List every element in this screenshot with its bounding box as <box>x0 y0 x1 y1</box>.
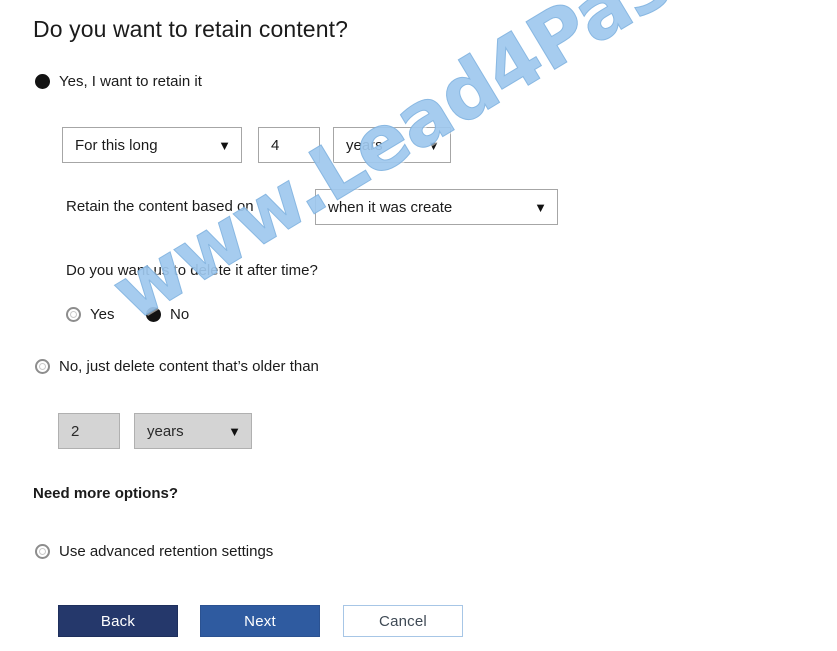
older-than-unit-value: years <box>147 422 184 440</box>
retention-basis-label: Retain the content based on <box>66 198 254 215</box>
chevron-down-icon: ▼ <box>427 137 440 153</box>
radio-option-delete-yes-label: Yes <box>90 306 115 323</box>
duration-value-text: 4 <box>271 136 280 154</box>
older-than-value-text: 2 <box>71 422 80 440</box>
radio-button-unselected-icon[interactable] <box>35 544 50 559</box>
radio-option-advanced-retention[interactable]: Use advanced retention settings <box>35 543 273 560</box>
watermark-text: www.Lead4Pass.com <box>97 0 837 338</box>
radio-button-selected-icon[interactable] <box>146 307 161 322</box>
duration-unit-dropdown[interactable]: years ▼ <box>333 127 451 163</box>
radio-option-advanced-retention-label: Use advanced retention settings <box>59 543 274 560</box>
cancel-button[interactable]: Cancel <box>343 605 463 637</box>
duration-value-input[interactable]: 4 <box>258 127 320 163</box>
radio-button-selected-icon[interactable] <box>35 74 50 89</box>
duration-mode-dropdown[interactable]: For this long ▼ <box>62 127 242 163</box>
duration-unit-value: years <box>346 136 383 154</box>
retention-basis-value: when it was create <box>328 198 453 216</box>
older-than-unit-dropdown[interactable]: years ▼ <box>134 413 252 449</box>
chevron-down-icon: ▼ <box>534 199 547 215</box>
retention-wizard-page: Do you want to retain content? Yes, I wa… <box>0 0 837 651</box>
need-more-options-heading: Need more options? <box>33 485 179 502</box>
radio-button-unselected-icon[interactable] <box>35 359 50 374</box>
radio-button-unselected-icon[interactable] <box>66 307 81 322</box>
chevron-down-icon: ▼ <box>228 423 241 439</box>
radio-option-delete-no-label: No <box>170 306 190 323</box>
chevron-down-icon: ▼ <box>218 137 231 153</box>
page-title: Do you want to retain content? <box>33 16 348 42</box>
older-than-value-input[interactable]: 2 <box>58 413 120 449</box>
radio-option-retain-yes-label: Yes, I want to retain it <box>59 73 202 90</box>
radio-option-delete-no[interactable]: No <box>146 306 189 323</box>
duration-mode-value: For this long <box>75 136 158 154</box>
radio-option-delete-yes[interactable]: Yes <box>66 306 114 323</box>
back-button[interactable]: Back <box>58 605 178 637</box>
radio-option-delete-older-than-label: No, just delete content that’s older tha… <box>59 358 319 375</box>
radio-option-delete-older-than[interactable]: No, just delete content that’s older tha… <box>35 358 319 375</box>
delete-after-time-question: Do you want us to delete it after time? <box>66 262 318 279</box>
radio-option-retain-yes[interactable]: Yes, I want to retain it <box>35 73 202 90</box>
retention-basis-dropdown[interactable]: when it was create ▼ <box>315 189 558 225</box>
next-button[interactable]: Next <box>200 605 320 637</box>
